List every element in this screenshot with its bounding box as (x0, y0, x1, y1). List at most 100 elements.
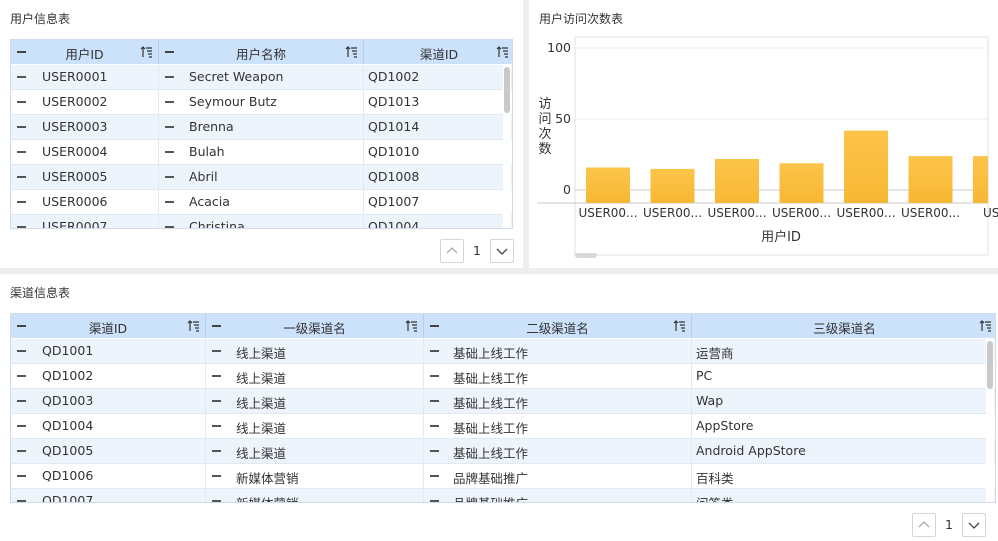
collapse-icon[interactable] (430, 500, 439, 502)
table-row[interactable]: USER0003 Brenna QD1014 (11, 115, 512, 140)
collapse-icon[interactable] (430, 375, 439, 377)
table-cell[interactable]: 百科类 (692, 464, 995, 488)
collapse-icon[interactable] (165, 176, 174, 178)
col-header-channel-id[interactable]: 渠道ID (11, 314, 206, 338)
table-cell[interactable]: Wap (692, 389, 995, 413)
table-row[interactable]: QD1005 线上渠道 基础上线工作 Android AppStore (11, 439, 995, 464)
collapse-icon[interactable] (17, 76, 26, 78)
collapse-icon[interactable] (17, 500, 26, 502)
table-cell[interactable]: QD1005 (11, 439, 206, 463)
table-cell[interactable]: 基础上线工作 (424, 364, 692, 388)
table-cell[interactable]: USER0001 (11, 65, 159, 89)
table-cell[interactable]: QD1004 (11, 414, 206, 438)
sort-icon[interactable] (187, 319, 199, 332)
sort-icon[interactable] (345, 45, 357, 58)
table-cell[interactable]: 基础上线工作 (424, 414, 692, 438)
table-cell[interactable]: 品牌基础推广 (424, 489, 692, 502)
collapse-icon[interactable] (17, 450, 26, 452)
table-cell[interactable]: QD1013 (364, 90, 512, 114)
table-cell[interactable]: QD1002 (11, 364, 206, 388)
table-cell[interactable]: Bulah (159, 140, 364, 164)
table-row[interactable]: USER0004 Bulah QD1010 (11, 140, 512, 165)
table-cell[interactable]: Seymour Butz (159, 90, 364, 114)
table-cell[interactable]: Brenna (159, 115, 364, 139)
table-row[interactable]: USER0007 Christina QD1004 (11, 215, 512, 228)
collapse-icon[interactable] (212, 450, 221, 452)
scrollbar-thumb[interactable] (504, 67, 510, 113)
table-cell[interactable]: 问答类 (692, 489, 995, 502)
collapse-icon[interactable] (17, 475, 26, 477)
collapse-icon[interactable] (17, 375, 26, 377)
col-header-level2-channel[interactable]: 二级渠道名 (424, 314, 692, 338)
table-row[interactable]: USER0001 Secret Weapon QD1002 (11, 65, 512, 90)
col-header-level3-channel[interactable]: 三级渠道名 (692, 314, 995, 338)
collapse-icon[interactable] (212, 500, 221, 502)
prev-page-button[interactable] (912, 513, 936, 537)
channel-table-scrollbar[interactable] (986, 339, 994, 502)
collapse-icon[interactable] (17, 226, 26, 228)
table-cell[interactable]: Secret Weapon (159, 65, 364, 89)
table-cell[interactable]: USER0006 (11, 190, 159, 214)
table-cell[interactable]: AppStore (692, 414, 995, 438)
collapse-icon[interactable] (17, 126, 26, 128)
table-cell[interactable]: 新媒体营销 (206, 489, 424, 502)
table-row[interactable]: QD1003 线上渠道 基础上线工作 Wap (11, 389, 995, 414)
table-cell[interactable]: Acacia (159, 190, 364, 214)
table-cell[interactable]: QD1014 (364, 115, 512, 139)
table-cell[interactable]: 线上渠道 (206, 389, 424, 413)
table-row[interactable]: QD1007 新媒体营销 品牌基础推广 问答类 (11, 489, 995, 502)
col-header-channel-id[interactable]: 渠道ID (364, 40, 512, 64)
collapse-icon[interactable] (17, 151, 26, 153)
table-cell[interactable]: USER0003 (11, 115, 159, 139)
prev-page-button[interactable] (440, 239, 464, 263)
collapse-icon[interactable] (430, 350, 439, 352)
col-header-level1-channel[interactable]: 一级渠道名 (206, 314, 424, 338)
next-page-button[interactable] (490, 239, 514, 263)
collapse-icon[interactable] (165, 126, 174, 128)
collapse-icon[interactable] (17, 425, 26, 427)
table-cell[interactable]: 新媒体营销 (206, 464, 424, 488)
table-cell[interactable]: QD1010 (364, 140, 512, 164)
table-row[interactable]: USER0002 Seymour Butz QD1013 (11, 90, 512, 115)
chart-scrollbar-thumb[interactable] (575, 253, 597, 258)
collapse-icon[interactable] (17, 176, 26, 178)
table-cell[interactable]: 线上渠道 (206, 439, 424, 463)
collapse-icon[interactable] (165, 226, 174, 228)
table-cell[interactable]: 线上渠道 (206, 364, 424, 388)
table-cell[interactable]: QD1004 (364, 215, 512, 228)
table-cell[interactable]: QD1006 (11, 464, 206, 488)
table-cell[interactable]: 基础上线工作 (424, 439, 692, 463)
collapse-icon[interactable] (430, 450, 439, 452)
next-page-button[interactable] (962, 513, 986, 537)
table-cell[interactable]: QD1001 (11, 339, 206, 363)
table-cell[interactable]: Android AppStore (692, 439, 995, 463)
table-cell[interactable]: Abril (159, 165, 364, 189)
collapse-icon[interactable] (212, 350, 221, 352)
table-row[interactable]: QD1004 线上渠道 基础上线工作 AppStore (11, 414, 995, 439)
table-cell[interactable]: 品牌基础推广 (424, 464, 692, 488)
user-table-scrollbar[interactable] (503, 65, 511, 228)
table-cell[interactable]: USER0007 (11, 215, 159, 228)
table-cell[interactable]: 运营商 (692, 339, 995, 363)
collapse-icon[interactable] (165, 201, 174, 203)
scrollbar-thumb[interactable] (987, 341, 993, 389)
collapse-icon[interactable] (17, 201, 26, 203)
table-cell[interactable]: QD1003 (11, 389, 206, 413)
collapse-icon[interactable] (17, 400, 26, 402)
table-cell[interactable]: 基础上线工作 (424, 389, 692, 413)
sort-icon[interactable] (140, 45, 152, 58)
table-row[interactable]: USER0006 Acacia QD1007 (11, 190, 512, 215)
collapse-icon[interactable] (165, 151, 174, 153)
collapse-icon[interactable] (165, 76, 174, 78)
table-row[interactable]: QD1001 线上渠道 基础上线工作 运营商 (11, 339, 995, 364)
sort-icon[interactable] (673, 319, 685, 332)
sort-icon[interactable] (496, 45, 508, 58)
table-row[interactable]: QD1002 线上渠道 基础上线工作 PC (11, 364, 995, 389)
table-cell[interactable]: QD1002 (364, 65, 512, 89)
collapse-icon[interactable] (430, 475, 439, 477)
collapse-icon[interactable] (165, 101, 174, 103)
table-cell[interactable]: PC (692, 364, 995, 388)
col-header-user-id[interactable]: 用户ID (11, 40, 159, 64)
table-cell[interactable]: QD1007 (11, 489, 206, 502)
table-cell[interactable]: QD1008 (364, 165, 512, 189)
